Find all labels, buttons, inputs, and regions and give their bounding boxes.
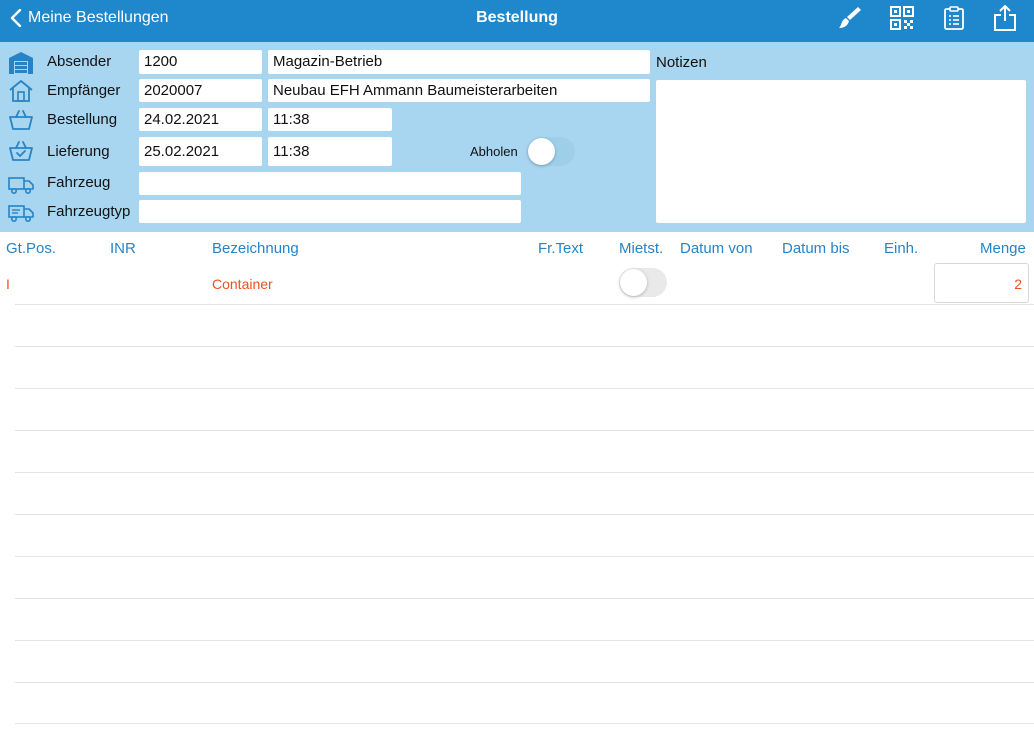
absender-name-field[interactable]: Magazin-Betrieb [268, 50, 650, 74]
row-separator [15, 682, 1034, 683]
delivery-truck-icon [8, 205, 34, 222]
bestellung-time-field[interactable]: 11:38 [268, 108, 392, 131]
row-separator [15, 346, 1034, 347]
lieferung-label: Lieferung [47, 143, 110, 160]
fahrzeug-field[interactable] [139, 172, 521, 195]
cell-bezeichnung: Container [212, 276, 273, 292]
truck-icon [8, 177, 34, 194]
qr-code-icon [890, 6, 914, 30]
column-header-menge[interactable]: Menge [980, 240, 1026, 257]
fahrzeugtyp-label: Fahrzeugtyp [47, 203, 131, 220]
brush-icon [839, 7, 861, 28]
empfaenger-name-field[interactable]: Neubau EFH Ammann Baumeisterarbeiten [268, 79, 650, 102]
warehouse-icon [9, 52, 33, 74]
house-icon [9, 80, 33, 102]
row-separator [15, 556, 1034, 557]
column-header-inr[interactable]: INR [110, 240, 136, 257]
back-button[interactable]: Meine Bestellungen [10, 0, 169, 36]
row-separator [15, 514, 1034, 515]
table-row[interactable]: I Container 2 [0, 262, 1034, 304]
empfaenger-code-field[interactable]: 2020007 [139, 79, 262, 102]
order-header-form: Absender 1200 Magazin-Betrieb Empfänger … [0, 42, 1034, 232]
column-header-mietst[interactable]: Mietst. [619, 240, 663, 257]
notes-textarea[interactable] [656, 80, 1026, 223]
chevron-left-icon [10, 9, 22, 27]
notes-label: Notizen [656, 54, 707, 71]
empfaenger-label: Empfänger [47, 82, 121, 99]
row-separator [15, 640, 1034, 641]
row-separator [15, 388, 1034, 389]
row-separator [15, 472, 1034, 473]
absender-label: Absender [47, 53, 112, 70]
basket-icon [9, 110, 33, 130]
lieferung-time-field[interactable]: 11:38 [268, 137, 392, 166]
menge-input[interactable]: 2 [934, 263, 1029, 303]
abholen-toggle[interactable] [527, 137, 575, 166]
toggle-knob [620, 269, 647, 296]
column-header-datum-bis[interactable]: Datum bis [782, 240, 850, 257]
fahrzeugtyp-field[interactable] [139, 200, 521, 223]
column-header-bezeichnung[interactable]: Bezeichnung [212, 240, 299, 257]
share-button[interactable] [990, 4, 1020, 32]
mietst-toggle[interactable] [619, 268, 667, 297]
bestellung-date-field[interactable]: 24.02.2021 [139, 108, 262, 131]
column-header-datum-von[interactable]: Datum von [680, 240, 753, 257]
fahrzeug-label: Fahrzeug [47, 174, 111, 191]
row-separator [15, 304, 1034, 305]
column-header-frtext[interactable]: Fr.Text [538, 240, 583, 257]
abholen-label: Abholen [470, 144, 518, 159]
row-separator [15, 430, 1034, 431]
basket-check-icon [9, 141, 33, 161]
toggle-knob [528, 138, 555, 165]
clipboard-button[interactable] [939, 4, 969, 32]
row-separator [15, 598, 1034, 599]
lieferung-date-field[interactable]: 25.02.2021 [139, 137, 262, 166]
column-header-gtpos[interactable]: Gt.Pos. [6, 240, 56, 257]
qr-code-button[interactable] [887, 4, 917, 32]
back-button-label: Meine Bestellungen [28, 9, 169, 26]
bestellung-label: Bestellung [47, 111, 118, 128]
navigation-bar: Meine Bestellungen Bestellung [0, 0, 1034, 42]
cell-gtpos: I [6, 276, 10, 292]
absender-code-field[interactable]: 1200 [139, 50, 262, 74]
share-icon [994, 5, 1016, 31]
clipboard-list-icon [944, 6, 964, 30]
row-separator [15, 723, 1034, 724]
column-header-einh[interactable]: Einh. [884, 240, 918, 257]
brush-button[interactable] [835, 4, 865, 32]
